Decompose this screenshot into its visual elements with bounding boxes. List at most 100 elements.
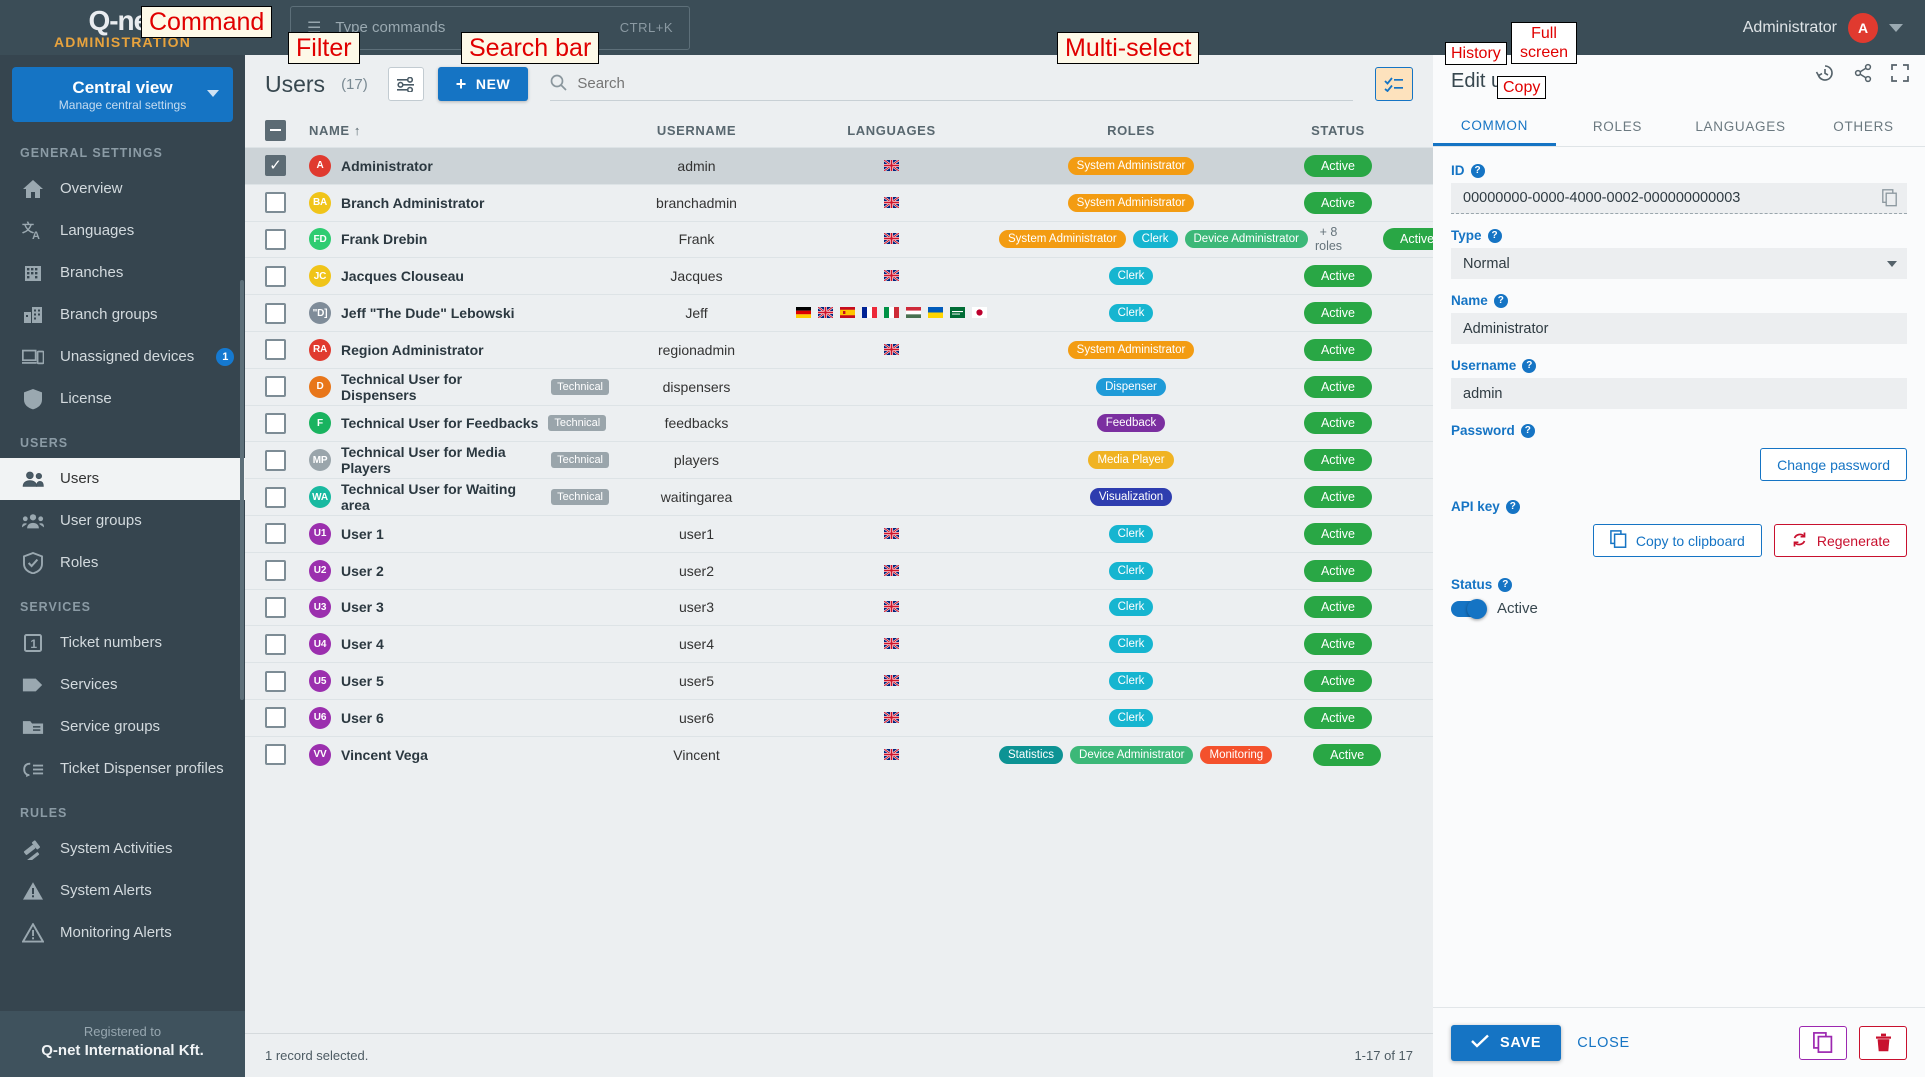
avatar[interactable]: A xyxy=(1848,12,1878,43)
user-menu[interactable]: Administrator A xyxy=(1743,0,1903,55)
column-header-languages[interactable]: LANGUAGES xyxy=(784,123,999,138)
row-checkbox[interactable] xyxy=(265,302,286,324)
help-icon[interactable]: ? xyxy=(1470,163,1485,178)
help-icon[interactable]: ? xyxy=(1498,577,1513,592)
table-row[interactable]: MP Technical User for Media Players Techni… xyxy=(245,441,1433,478)
tab-roles[interactable]: ROLES xyxy=(1556,107,1679,146)
field-type-select[interactable]: Normal xyxy=(1451,248,1907,279)
row-checkbox[interactable] xyxy=(265,633,286,655)
sidebar-item-languages[interactable]: 文 A Languages xyxy=(0,210,245,252)
column-header-roles[interactable]: ROLES xyxy=(999,123,1263,138)
sidebar-item-ticket-numbers[interactable]: 1 Ticket numbers xyxy=(0,622,245,664)
close-button[interactable]: CLOSE xyxy=(1577,1035,1630,1051)
copy-to-clipboard-button[interactable]: Copy to clipboard xyxy=(1592,524,1762,557)
sidebar-item-user-groups[interactable]: User groups xyxy=(0,500,245,542)
help-icon[interactable]: ? xyxy=(1487,228,1502,243)
tab-others[interactable]: OTHERS xyxy=(1802,107,1925,146)
field-name-input[interactable]: Administrator xyxy=(1451,313,1907,344)
row-checkbox[interactable] xyxy=(265,192,286,214)
table-row[interactable]: JC Jacques Clouseau Jacques Clerk Active xyxy=(245,257,1433,294)
row-checkbox[interactable] xyxy=(265,486,286,508)
row-checkbox[interactable] xyxy=(265,670,286,692)
status-toggle[interactable] xyxy=(1451,598,1487,619)
field-name: Name ? Administrator xyxy=(1451,293,1907,344)
row-status-cell: Active xyxy=(1272,743,1422,766)
sidebar-item-service-groups[interactable]: Service groups xyxy=(0,706,245,748)
row-checkbox[interactable] xyxy=(265,523,286,545)
row-checkbox[interactable] xyxy=(265,228,286,250)
chevron-down-icon[interactable] xyxy=(1889,23,1903,32)
sidebar-item-branches[interactable]: Branches xyxy=(0,252,245,294)
sidebar-item-unassigned-devices[interactable]: Unassigned devices 1 xyxy=(0,336,245,378)
table-row[interactable]: VV Vincent Vega Vincent Statistics Device Ad… xyxy=(245,735,1433,773)
table-row[interactable]: U1 User 1 user1 Clerk Active xyxy=(245,514,1433,552)
copy-icon[interactable] xyxy=(1882,189,1898,211)
help-icon[interactable]: ? xyxy=(1505,499,1520,514)
table-row[interactable]: U4 User 4 user4 Clerk Active xyxy=(245,625,1433,662)
field-username-input[interactable]: admin xyxy=(1451,378,1907,409)
table-row[interactable]: U3 User 3 user3 Clerk Active xyxy=(245,588,1433,626)
table-row[interactable]: WA Technical User for Waiting area Technic… xyxy=(245,478,1433,515)
sidebar-item-license[interactable]: License xyxy=(0,378,245,420)
row-languages xyxy=(784,747,999,763)
fullscreen-icon[interactable] xyxy=(1891,64,1909,85)
sidebar-scrollbar[interactable] xyxy=(240,280,244,700)
sidebar-item-branch-groups[interactable]: Branch groups xyxy=(0,294,245,336)
regenerate-button[interactable]: Regenerate xyxy=(1773,524,1907,557)
table-row[interactable]: D Technical User for Dispensers Technical d… xyxy=(245,367,1433,405)
duplicate-button[interactable] xyxy=(1799,1025,1847,1060)
table-row[interactable]: U6 User 6 user6 Clerk Active xyxy=(245,698,1433,736)
tab-common[interactable]: COMMON xyxy=(1433,107,1556,146)
table-row[interactable]: ✓ A Administrator admin System Administrator… xyxy=(245,147,1433,184)
row-checkbox[interactable] xyxy=(265,560,286,582)
chevron-down-icon[interactable] xyxy=(207,90,219,97)
row-checkbox[interactable] xyxy=(265,449,286,471)
sidebar-item-monitoring-alerts[interactable]: Monitoring Alerts xyxy=(0,912,245,954)
new-button[interactable]: + NEW xyxy=(437,67,529,101)
tab-languages[interactable]: LANGUAGES xyxy=(1679,107,1802,146)
sidebar-item-system-alerts[interactable]: System Alerts xyxy=(0,870,245,912)
central-view-selector[interactable]: Central view Manage central settings xyxy=(12,67,233,122)
chevron-down-icon[interactable] xyxy=(1887,261,1897,267)
multi-select-button[interactable] xyxy=(1375,67,1413,101)
row-checkbox[interactable]: ✓ xyxy=(265,155,286,177)
select-all-checkbox[interactable] xyxy=(265,119,286,141)
help-icon[interactable]: ? xyxy=(1493,293,1508,308)
column-header-username[interactable]: USERNAME xyxy=(609,123,784,138)
filter-button[interactable] xyxy=(387,67,424,101)
table-row[interactable]: U2 User 2 user2 Clerk Active xyxy=(245,551,1433,589)
row-checkbox[interactable] xyxy=(265,339,286,361)
column-header-status[interactable]: STATUS xyxy=(1263,123,1413,138)
change-password-button[interactable]: Change password xyxy=(1760,448,1907,481)
row-checkbox[interactable] xyxy=(265,412,286,434)
field-type-value: Normal xyxy=(1463,255,1510,272)
sidebar-item-overview[interactable]: Overview xyxy=(0,168,245,210)
row-checkbox[interactable] xyxy=(265,596,286,618)
table-row[interactable]: FD Frank Drebin Frank System Administrator C… xyxy=(245,220,1433,258)
delete-button[interactable] xyxy=(1859,1025,1907,1060)
sidebar-item-roles[interactable]: Roles xyxy=(0,542,245,584)
row-checkbox[interactable] xyxy=(265,265,286,287)
row-status-cell: Active xyxy=(1263,633,1413,656)
search-bar[interactable] xyxy=(550,67,1353,101)
search-input[interactable] xyxy=(577,75,1353,92)
sidebar-item-ticket-dispenser-profiles[interactable]: Ticket Dispenser profiles xyxy=(0,748,245,790)
column-header-name[interactable]: NAME ↑ xyxy=(309,123,609,138)
table-row[interactable]: RA Region Administrator regionadmin System … xyxy=(245,330,1433,368)
share-icon[interactable] xyxy=(1853,63,1873,86)
save-button[interactable]: SAVE xyxy=(1451,1024,1562,1061)
history-icon[interactable] xyxy=(1815,63,1835,86)
help-icon[interactable]: ? xyxy=(1520,423,1535,438)
help-icon[interactable]: ? xyxy=(1522,358,1537,373)
row-checkbox[interactable] xyxy=(265,376,286,398)
sidebar-item-services[interactable]: Services xyxy=(0,664,245,706)
sidebar-item-users[interactable]: Users xyxy=(0,458,245,500)
table-row[interactable]: F Technical User for Feedbacks Technical fe… xyxy=(245,404,1433,442)
table-row[interactable]: BA Branch Administrator branchadmin System … xyxy=(245,183,1433,221)
row-checkbox[interactable] xyxy=(265,744,286,766)
row-checkbox[interactable] xyxy=(265,707,286,729)
table-row[interactable]: U5 User 5 user5 Clerk Active xyxy=(245,662,1433,699)
sidebar-item-system-activities[interactable]: System Activities xyxy=(0,828,245,870)
field-id-value-box[interactable]: 00000000-0000-4000-0002-000000000003 xyxy=(1451,183,1907,214)
table-row[interactable]: "D] Jeff "The Dude" Lebowski Jeff Clerk Acti… xyxy=(245,294,1433,331)
